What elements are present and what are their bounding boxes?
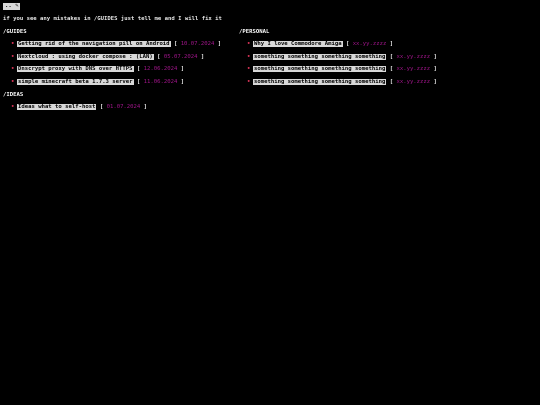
bracket-open: [ (389, 66, 394, 73)
post-date: 05.07.2024 (163, 53, 198, 60)
bullet-icon: • (11, 41, 15, 47)
list-item: • Getting rid of the navigation pill on … (3, 40, 221, 53)
bracket-open: [ (345, 41, 350, 47)
bracket-close: ] (143, 104, 148, 110)
section-title-ideas: /IDEAS (3, 92, 24, 98)
list-item: • something something something somethin… (239, 53, 437, 66)
bracket-open: [ (136, 78, 141, 85)
guide-link[interactable]: simple minecraft beta 1.7.3 server (17, 78, 134, 85)
personal-link[interactable]: something something something something (253, 53, 387, 60)
bracket-open: [ (136, 66, 141, 73)
ideas-section: /IDEAS • Ideas what to self-host [ 01.07… (3, 91, 147, 116)
post-date: xx.yy.zzzz (396, 66, 431, 73)
bullet-icon: • (247, 78, 251, 85)
bullet-icon: • (247, 41, 251, 47)
personal-link[interactable]: something something something something (253, 78, 387, 85)
bracket-close: ] (180, 78, 185, 85)
bracket-open: [ (99, 104, 104, 110)
bracket-close: ] (433, 66, 437, 73)
parent-directory-button[interactable]: .. ✎ (3, 3, 21, 10)
guide-link[interactable]: Getting rid of the navigation pill on An… (17, 41, 171, 47)
personal-section: /PERSONAL • Why I love Commodore Amiga [… (239, 28, 437, 90)
bracket-open: [ (173, 41, 178, 47)
post-date: xx.yy.zzzz (396, 53, 431, 60)
post-date: 10.07.2024 (180, 41, 215, 47)
bracket-open: [ (389, 53, 394, 60)
list-item: • Why I love Commodore Amiga [ xx.yy.zzz… (239, 40, 437, 53)
bullet-icon: • (11, 53, 15, 60)
bracket-close: ] (180, 66, 185, 73)
post-date: 11.06.2024 (143, 78, 178, 85)
personal-link[interactable]: Why I love Commodore Amiga (253, 41, 343, 47)
list-item: • Ideas what to self-host [ 01.07.2024 ] (3, 103, 147, 116)
bullet-icon: • (247, 53, 251, 60)
bracket-close: ] (200, 53, 205, 60)
post-date: 12.06.2024 (143, 66, 178, 73)
bracket-close: ] (433, 78, 437, 85)
bracket-open: [ (157, 53, 161, 60)
personal-link[interactable]: something something something something (253, 66, 387, 73)
bullet-icon: • (11, 66, 15, 73)
bracket-close: ] (217, 41, 222, 47)
bracket-close: ] (389, 41, 394, 47)
bullet-icon: • (11, 104, 15, 110)
list-item: • Nextcloud : using docker compose : (LA… (3, 53, 221, 66)
post-date: xx.yy.zzzz (352, 41, 387, 47)
list-item: • Dnscrypt proxy with DNS over HTTPS [ 1… (3, 65, 221, 78)
guide-link[interactable]: Nextcloud : using docker compose : (LAN) (17, 53, 154, 60)
top-nav: .. ✎ (3, 3, 21, 10)
list-item: • something something something somethin… (239, 78, 437, 91)
bracket-close: ] (433, 53, 437, 60)
post-date: 01.07.2024 (106, 104, 141, 110)
idea-link[interactable]: Ideas what to self-host (17, 104, 97, 110)
bracket-open: [ (389, 78, 394, 85)
bullet-icon: • (247, 66, 251, 73)
guides-section: /GUIDES • Getting rid of the navigation … (3, 28, 221, 90)
post-date: xx.yy.zzzz (396, 78, 431, 85)
list-item: • simple minecraft beta 1.7.3 server [ 1… (3, 78, 221, 91)
guide-link[interactable]: Dnscrypt proxy with DNS over HTTPS (17, 66, 134, 73)
bullet-icon: • (11, 78, 15, 85)
section-title-guides: /GUIDES (3, 29, 27, 35)
section-title-personal: /PERSONAL (239, 29, 270, 35)
notice-text: if you see any mistakes in /GUIDES just … (3, 16, 222, 22)
list-item: • something something something somethin… (239, 65, 437, 78)
